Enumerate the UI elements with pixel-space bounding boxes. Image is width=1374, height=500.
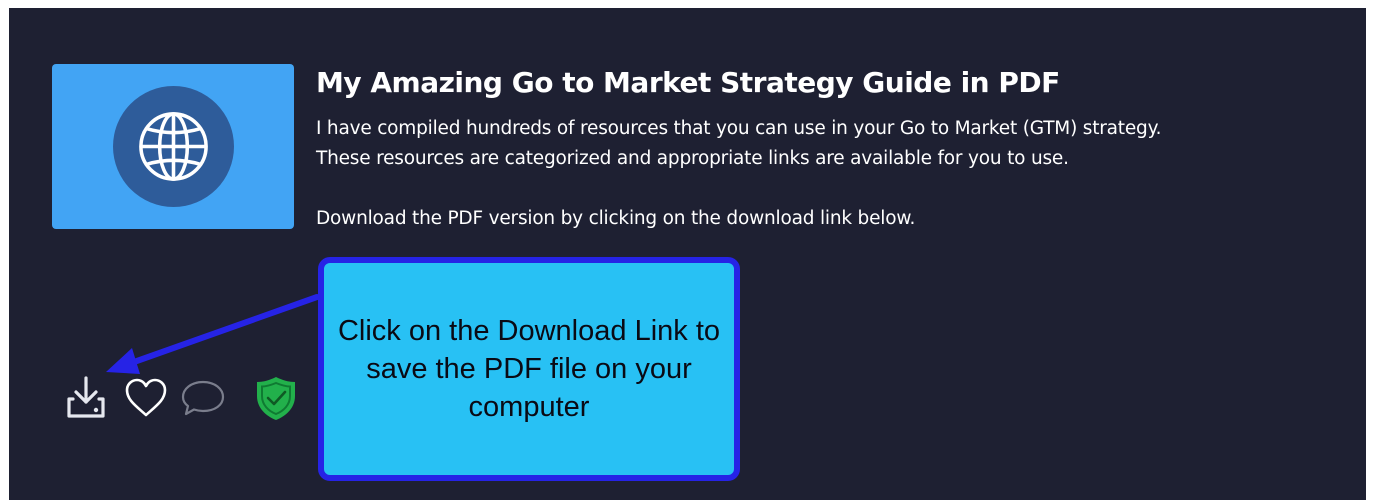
description-line: These resources are categorized and appr…	[316, 148, 1069, 169]
resource-description: I have compiled hundreds of resources th…	[316, 114, 1356, 234]
comment-button[interactable]	[178, 370, 228, 426]
favorite-button[interactable]	[121, 370, 171, 426]
description-line: I have compiled hundreds of resources th…	[316, 118, 1162, 139]
resource-thumbnail[interactable]	[52, 64, 294, 229]
resource-title: My Amazing Go to Market Strategy Guide i…	[316, 66, 1060, 99]
shield-check-icon	[257, 377, 295, 420]
resource-card: My Amazing Go to Market Strategy Guide i…	[9, 8, 1366, 500]
thumbnail-circle	[113, 86, 234, 207]
download-callout: Click on the Download Link to save the P…	[318, 257, 740, 481]
heart-icon	[125, 378, 167, 417]
download-icon	[67, 376, 105, 418]
comment-icon	[181, 380, 225, 416]
globe-icon	[139, 112, 208, 181]
verified-badge	[251, 370, 301, 426]
description-line: Download the PDF version by clicking on …	[316, 208, 916, 229]
callout-text: Click on the Download Link to save the P…	[337, 315, 721, 423]
download-button[interactable]	[61, 370, 111, 426]
